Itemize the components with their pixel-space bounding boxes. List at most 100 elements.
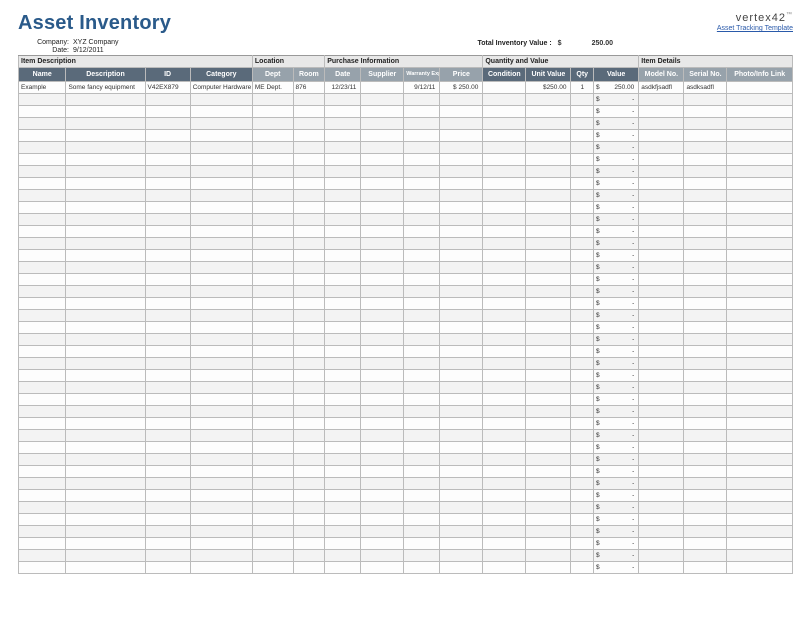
cell-empty[interactable] [684,490,727,502]
cell-empty[interactable] [440,358,483,370]
cell-empty[interactable] [639,142,684,154]
cell-empty[interactable] [440,346,483,358]
cell-empty[interactable] [145,94,190,106]
cell-empty[interactable] [361,274,404,286]
cell-empty[interactable] [571,514,594,526]
cell-empty[interactable] [252,94,293,106]
cell-empty[interactable] [293,382,325,394]
cell-empty[interactable] [571,142,594,154]
cell-empty[interactable] [639,262,684,274]
cell-empty[interactable] [684,370,727,382]
cell-empty[interactable] [66,226,145,238]
cell-empty[interactable] [325,166,361,178]
cell-empty[interactable] [293,406,325,418]
cell-empty[interactable] [526,178,571,190]
cell-empty[interactable] [145,490,190,502]
cell-empty[interactable] [571,322,594,334]
cell-empty[interactable] [66,154,145,166]
cell-empty[interactable] [404,106,440,118]
cell-empty[interactable] [361,514,404,526]
cell-empty[interactable] [571,250,594,262]
cell-empty[interactable] [145,550,190,562]
cell-empty[interactable] [526,166,571,178]
cell-empty[interactable] [325,550,361,562]
cell-empty[interactable] [145,166,190,178]
cell-empty[interactable] [727,490,793,502]
cell-empty[interactable] [19,238,66,250]
cell-empty[interactable] [325,238,361,250]
cell-empty[interactable] [440,490,483,502]
cell-empty[interactable] [483,406,526,418]
cell-empty[interactable] [66,178,145,190]
cell-empty[interactable] [404,370,440,382]
cell-empty[interactable] [526,274,571,286]
cell-empty[interactable] [190,238,252,250]
cell-empty[interactable] [684,274,727,286]
cell-empty[interactable] [361,562,404,574]
cell-empty[interactable] [639,238,684,250]
cell-empty[interactable] [571,538,594,550]
template-link[interactable]: Asset Tracking Template [717,25,793,33]
cell-empty[interactable] [66,238,145,250]
cell-empty[interactable] [526,478,571,490]
cell-empty[interactable] [526,262,571,274]
cell-empty[interactable] [404,490,440,502]
cell-empty[interactable] [639,130,684,142]
cell-empty[interactable] [252,190,293,202]
cell-empty[interactable] [293,178,325,190]
cell-empty[interactable] [483,466,526,478]
cell-value[interactable]: $- [594,334,639,346]
cell-empty[interactable] [440,238,483,250]
cell-empty[interactable] [639,358,684,370]
cell-empty[interactable] [483,442,526,454]
cell-empty[interactable] [639,454,684,466]
cell-empty[interactable] [252,178,293,190]
cell-empty[interactable] [639,514,684,526]
cell-empty[interactable] [19,454,66,466]
cell-empty[interactable] [190,490,252,502]
cell-empty[interactable] [190,334,252,346]
cell-empty[interactable] [727,250,793,262]
cell-value[interactable]: $- [594,442,639,454]
cell-empty[interactable] [190,394,252,406]
cell-empty[interactable] [190,166,252,178]
cell-empty[interactable] [404,142,440,154]
cell-empty[interactable] [526,514,571,526]
cell-empty[interactable] [526,202,571,214]
cell-empty[interactable] [190,118,252,130]
cell-empty[interactable] [19,130,66,142]
cell-empty[interactable] [404,154,440,166]
cell-empty[interactable] [252,562,293,574]
cell-empty[interactable] [190,562,252,574]
cell-empty[interactable] [526,562,571,574]
cell-empty[interactable] [684,166,727,178]
cell-empty[interactable] [571,274,594,286]
cell-empty[interactable] [440,226,483,238]
cell-empty[interactable] [19,274,66,286]
cell-empty[interactable] [727,430,793,442]
cell-empty[interactable] [526,466,571,478]
cell-empty[interactable] [639,310,684,322]
cell-empty[interactable] [325,310,361,322]
cell-empty[interactable] [483,178,526,190]
cell-empty[interactable] [404,322,440,334]
cell-empty[interactable] [727,142,793,154]
cell-empty[interactable] [19,178,66,190]
cell-empty[interactable] [404,190,440,202]
cell-empty[interactable] [727,310,793,322]
cell-empty[interactable] [684,250,727,262]
cell-empty[interactable] [727,118,793,130]
cell-empty[interactable] [252,490,293,502]
cell-empty[interactable] [727,358,793,370]
cell-empty[interactable] [684,310,727,322]
cell-empty[interactable] [361,526,404,538]
cell-empty[interactable] [404,538,440,550]
cell-empty[interactable] [684,118,727,130]
cell-empty[interactable] [325,106,361,118]
cell-empty[interactable] [190,274,252,286]
cell-empty[interactable] [526,418,571,430]
cell-empty[interactable] [145,202,190,214]
cell-value[interactable]: $- [594,154,639,166]
cell-empty[interactable] [639,214,684,226]
cell-empty[interactable] [727,382,793,394]
